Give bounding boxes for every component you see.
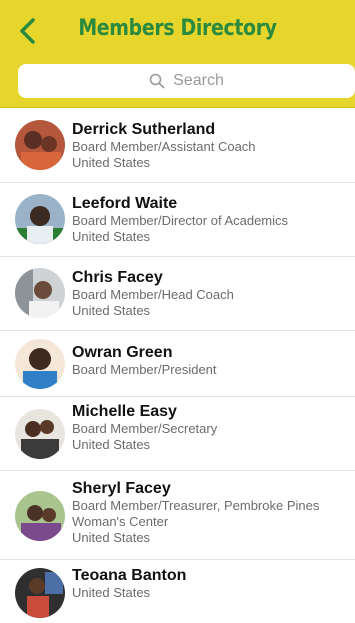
- avatar: [15, 339, 65, 389]
- search-input[interactable]: Search: [18, 64, 355, 98]
- avatar: [15, 409, 65, 459]
- member-name: Teoana Banton: [72, 567, 187, 584]
- member-location: United States: [72, 229, 151, 244]
- search-icon: [149, 73, 165, 89]
- member-location: United States: [72, 437, 151, 452]
- list-item[interactable]: Sheryl Facey Board Member/Treasurer, Pem…: [0, 471, 355, 560]
- avatar: [15, 120, 65, 170]
- page-title: Members Directory: [78, 16, 277, 41]
- list-item[interactable]: Leeford Waite Board Member/Director of A…: [0, 183, 355, 257]
- avatar: [15, 491, 65, 541]
- member-location: United States: [72, 155, 151, 170]
- member-name: Leeford Waite: [72, 195, 178, 212]
- member-role: Board Member/Head Coach: [72, 287, 234, 302]
- avatar: [15, 194, 65, 244]
- avatar: [15, 568, 65, 618]
- search-placeholder: Search: [173, 72, 224, 89]
- member-name: Derrick Sutherland: [72, 121, 216, 138]
- list-item[interactable]: Derrick Sutherland Board Member/Assistan…: [0, 108, 355, 183]
- member-name: Sheryl Facey: [72, 480, 171, 497]
- list-item[interactable]: Michelle Easy Board Member/Secretary Uni…: [0, 397, 355, 471]
- member-role: Board Member/Treasurer, Pembroke Pines W…: [72, 498, 320, 529]
- member-role: Board Member/Assistant Coach: [72, 139, 256, 154]
- member-role: Board Member/Secretary: [72, 421, 218, 436]
- list-item[interactable]: Owran Green Board Member/President: [0, 331, 355, 397]
- member-name: Owran Green: [72, 344, 173, 361]
- member-location: United States: [72, 585, 151, 600]
- member-role: Board Member/Director of Academics: [72, 213, 289, 228]
- member-name: Michelle Easy: [72, 403, 177, 420]
- member-location: United States: [72, 530, 151, 545]
- avatar: [15, 268, 65, 318]
- member-name: Chris Facey: [72, 269, 163, 286]
- member-role: Board Member/President: [72, 362, 217, 377]
- members-list: Derrick Sutherland Board Member/Assistan…: [0, 108, 355, 623]
- app-header: Members Directory Search: [0, 0, 355, 108]
- list-item[interactable]: Chris Facey Board Member/Head Coach Unit…: [0, 257, 355, 331]
- member-location: United States: [72, 303, 151, 318]
- list-item[interactable]: Teoana Banton United States: [0, 560, 355, 623]
